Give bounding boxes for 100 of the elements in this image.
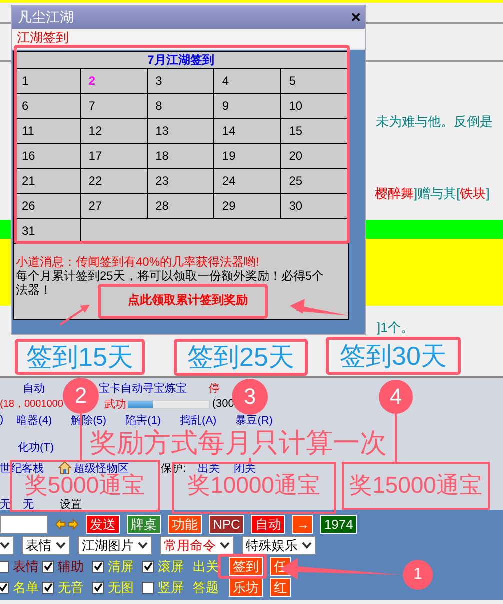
link[interactable]: 化功(T) (18, 440, 54, 454)
calendar-day: 30 (281, 194, 348, 219)
checkbox-label: 表情 (13, 558, 39, 576)
annotation-label: 签到15天 (15, 339, 145, 375)
checkbox[interactable] (92, 582, 104, 594)
calendar-day: 12 (80, 119, 148, 144)
dropdown[interactable]: 江湖图片 (78, 536, 152, 555)
chevron-icon (138, 542, 148, 549)
calendar-day: 3 (148, 69, 214, 94)
calendar-day: 9 (214, 94, 282, 119)
calendar-day: 1 (14, 69, 81, 94)
checkmark-icon (94, 583, 102, 592)
left-arrow-icon[interactable] (55, 519, 66, 530)
leader-line (80, 414, 82, 460)
dialog-title: 凡尘江湖 (18, 8, 74, 26)
link[interactable]: 宝卡自动寻宝炼宝 (99, 380, 187, 396)
dropdown[interactable] (0, 536, 14, 555)
link[interactable]: 暴豆(R) (236, 412, 273, 428)
calendar-day: 2 (80, 69, 148, 94)
link[interactable]: ) (0, 414, 4, 426)
calendar-day: 22 (80, 169, 148, 194)
status-text: 武功 (104, 398, 126, 412)
toolbar-button[interactable]: NPC (209, 515, 244, 534)
checkbox-label: 无图 (108, 578, 134, 596)
checkbox[interactable] (0, 560, 9, 572)
reward-label: 奖15000通宝 (348, 474, 484, 497)
checkmark-icon (0, 583, 8, 592)
calendar-day: 10 (281, 94, 348, 119)
calendar-day: 5 (281, 69, 348, 94)
close-button[interactable]: × (351, 9, 361, 26)
status-text: 停 (209, 382, 220, 396)
chevron-icon (302, 542, 312, 549)
checkmark-icon (94, 562, 102, 571)
chevron-icon (56, 542, 66, 549)
calendar-day: 21 (14, 169, 81, 194)
toolbar-button[interactable]: 自动 (251, 515, 286, 534)
checkbox-label: 清屏 (108, 558, 134, 576)
link[interactable]: 自动 (23, 380, 45, 396)
calendar-day: 11 (14, 119, 81, 144)
calendar-day: 18 (148, 144, 214, 169)
link[interactable]: 出关 (193, 558, 219, 576)
toolbar-button[interactable]: 1974 (320, 515, 358, 534)
checkbox-label: 名单 (13, 578, 39, 596)
link[interactable]: 陷害(1) (126, 412, 162, 428)
calendar-day: 24 (214, 169, 282, 194)
calendar-day: 28 (148, 194, 214, 219)
link[interactable]: 无 (23, 497, 34, 512)
calendar-day: 25 (281, 169, 348, 194)
annotation-note: 奖励方式每月只计算一次 (90, 428, 387, 458)
reward-label: 奖5000通宝 (24, 474, 146, 497)
chat-text: 未为难与他。反倒是 (376, 113, 493, 131)
calendar-day: 26 (14, 194, 81, 219)
calendar-day: 7 (80, 94, 148, 119)
calendar-day: 29 (214, 194, 282, 219)
rumor-text: 小道消息：传闻签到有40%的几率获得法器哟! (15, 255, 260, 269)
checkbox[interactable] (42, 560, 54, 572)
calendar-day: 23 (148, 169, 214, 194)
checkbox-label: 竖屏 (158, 578, 184, 596)
leader-line (395, 414, 397, 462)
checkbox[interactable] (92, 560, 104, 572)
dialog-subtitle: 江湖签到 (17, 30, 69, 45)
calendar-day: 13 (148, 119, 214, 144)
highlight-frame (218, 554, 267, 579)
calendar-day: 6 (14, 94, 81, 119)
calendar-day: 4 (214, 69, 282, 94)
annotation-label: 签到30天 (326, 337, 461, 375)
checkbox[interactable] (0, 582, 9, 594)
dropdown[interactable]: 常用命令 (160, 536, 234, 555)
house-icon (58, 461, 72, 475)
checkbox[interactable] (142, 582, 154, 594)
calendar-day: 20 (281, 144, 348, 169)
calendar-day: 27 (80, 194, 148, 219)
link[interactable]: 捣乱(A) (180, 412, 217, 428)
calendar-day: 15 (281, 119, 348, 144)
annotation-label: 签到25天 (174, 339, 308, 376)
link[interactable]: 超级怪物区 (74, 460, 129, 476)
link[interactable]: 答题 (193, 578, 219, 596)
calendar-day: 14 (214, 119, 282, 144)
dropdown[interactable]: 特殊娱乐 (242, 536, 316, 555)
reward-label: 奖10000通宝 (186, 474, 322, 497)
toolbar-button[interactable]: 发送 (86, 515, 120, 534)
pointer-arrow (290, 299, 350, 316)
calendar-day: 19 (214, 144, 282, 169)
checkbox-label: 无音 (58, 578, 84, 596)
right-arrow-icon[interactable] (68, 519, 79, 530)
checkbox[interactable] (42, 582, 54, 594)
status-text: (18，0001000 (0, 398, 64, 411)
calendar-day: 17 (80, 144, 148, 169)
checkmark-icon (44, 583, 52, 592)
toolbar-button[interactable]: 牌桌 (127, 515, 161, 534)
dropdown[interactable]: 表情 (22, 536, 70, 555)
label: 设置 (60, 498, 82, 512)
checkmark-icon (44, 562, 52, 571)
calendar-day: 16 (14, 144, 81, 169)
leader-line (249, 458, 251, 462)
chat-input[interactable] (0, 515, 48, 534)
checkbox-label: 辅助 (58, 558, 84, 576)
chat-text: 樱醉舞]赠与其[铁块] (375, 184, 490, 202)
link[interactable]: 暗器(4) (16, 412, 52, 428)
checkbox[interactable] (142, 560, 154, 572)
